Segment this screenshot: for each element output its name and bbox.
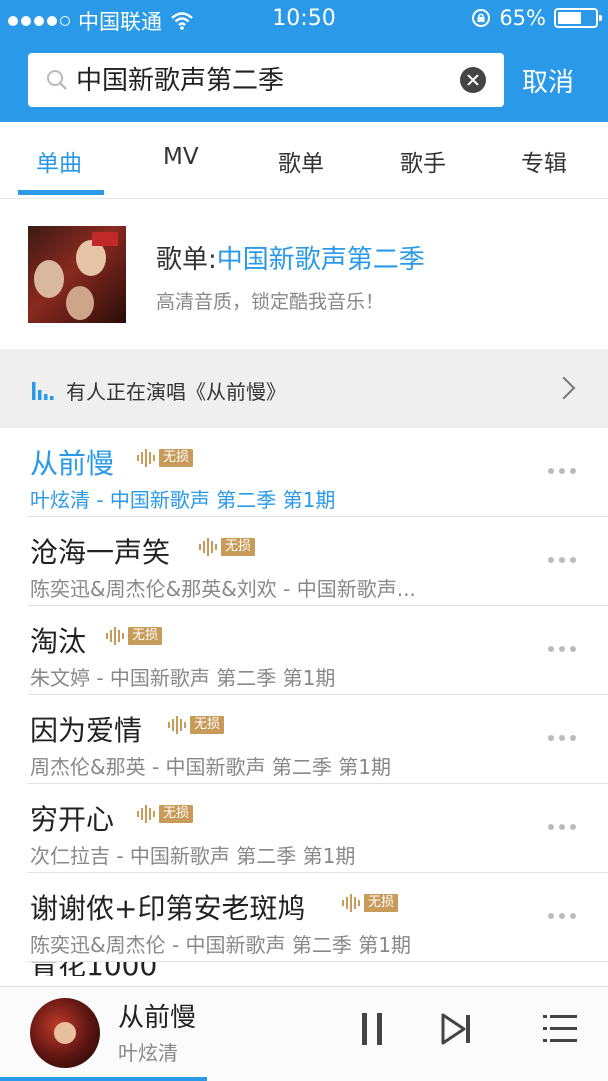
song-subtitle: 叶炫清 - 中国新歌声 第二季 第1期 — [30, 488, 336, 512]
now-playing-title: 从前慢 — [118, 1003, 197, 1033]
song-row[interactable]: 谢谢侬+印第安老斑鸠 无损 陈奕迅&周杰伦 - 中国新歌声 第二季 第1期 — [0, 873, 608, 962]
search-input[interactable] — [76, 63, 446, 93]
song-row[interactable]: 因为爱情 无损 周杰伦&那英 - 中国新歌声 第二季 第1期 — [0, 695, 608, 784]
playlist-cover-image — [28, 226, 126, 323]
tab-songs[interactable]: 单曲 — [36, 144, 82, 178]
song-subtitle: 周杰伦&那英 - 中国新歌声 第二季 第1期 — [30, 755, 391, 779]
more-options-icon[interactable] — [548, 646, 576, 652]
lossless-label: 无损 — [128, 627, 163, 645]
lossless-label: 无损 — [159, 805, 194, 823]
song-subtitle: 陈奕迅&周杰伦 - 中国新歌声 第二季 第1期 — [30, 933, 411, 957]
now-singing-banner[interactable]: 有人正在演唱《从前慢》 — [0, 349, 608, 428]
song-row[interactable]: 从前慢 无损 叶炫清 - 中国新歌声 第二季 第1期 — [0, 428, 608, 517]
song-row[interactable]: 穷开心 无损 次仁拉吉 - 中国新歌声 第二季 第1期 — [0, 784, 608, 873]
lossless-label: 无损 — [221, 538, 256, 556]
playlist-subtitle: 高清音质，锁定酷我音乐！ — [156, 291, 385, 313]
song-title: 从前慢 — [30, 447, 115, 480]
song-title: 穷开心 — [30, 803, 115, 836]
battery-percent: 65% — [499, 6, 546, 30]
song-subtitle: 次仁拉吉 - 中国新歌声 第二季 第1期 — [30, 844, 356, 868]
clear-icon[interactable] — [460, 67, 486, 93]
cancel-button[interactable]: 取消 — [522, 62, 574, 99]
next-track-icon[interactable] — [440, 1013, 472, 1045]
rotation-lock-icon — [472, 9, 491, 27]
chevron-right-icon — [552, 376, 576, 400]
lossless-badge: 无损 — [168, 715, 225, 735]
song-title: 淘汰 — [30, 625, 87, 658]
header: 中国联通 10:50 65% 取消 — [0, 0, 608, 122]
lossless-badge: 无损 — [199, 537, 256, 557]
more-options-icon[interactable] — [548, 824, 576, 830]
song-row[interactable]: 淘汰 无损 朱文婷 - 中国新歌声 第二季 第1期 — [0, 606, 608, 695]
tab-mv[interactable]: MV — [163, 144, 199, 170]
pause-icon[interactable] — [360, 1013, 384, 1045]
mini-player[interactable]: 从前慢 叶炫清 — [0, 986, 608, 1081]
lossless-badge: 无损 — [137, 804, 194, 824]
search-icon — [47, 70, 67, 90]
playback-progress-bar[interactable] — [0, 1077, 207, 1081]
playlist-title: 歌单:中国新歌声第二季 — [156, 239, 425, 276]
song-list: 从前慢 无损 叶炫清 - 中国新歌声 第二季 第1期 沧海一声笑 无损 陈奕迅&… — [0, 428, 608, 962]
active-tab-indicator — [18, 190, 104, 195]
tab-albums[interactable]: 专辑 — [521, 144, 567, 178]
tab-bar: 单曲 MV 歌单 歌手 专辑 — [0, 122, 608, 199]
partial-song-title: 青花1000 — [30, 962, 200, 976]
song-row[interactable]: 沧海一声笑 无损 陈奕迅&周杰伦&那英&刘欢 - 中国新歌声... — [0, 517, 608, 606]
lossless-badge: 无损 — [106, 626, 163, 646]
playlist-name: 中国新歌声第二季 — [216, 245, 425, 275]
waveform-icon — [342, 894, 360, 912]
waveform-icon — [168, 716, 186, 734]
more-options-icon[interactable] — [548, 557, 576, 563]
song-subtitle: 陈奕迅&周杰伦&那英&刘欢 - 中国新歌声... — [30, 577, 416, 601]
playlist-result[interactable]: 歌单:中国新歌声第二季 高清音质，锁定酷我音乐！ — [0, 199, 608, 349]
status-bar: 中国联通 10:50 65% — [0, 0, 608, 40]
waveform-icon — [137, 805, 155, 823]
search-box[interactable] — [28, 53, 504, 107]
more-options-icon[interactable] — [548, 735, 576, 741]
more-options-icon[interactable] — [548, 913, 576, 919]
waveform-icon — [137, 449, 155, 467]
battery-icon — [554, 8, 602, 28]
lossless-badge: 无损 — [137, 448, 194, 468]
tab-playlists[interactable]: 歌单 — [278, 144, 324, 178]
lossless-label: 无损 — [364, 894, 399, 912]
waveform-icon — [106, 627, 124, 645]
lossless-label: 无损 — [190, 716, 225, 734]
more-options-icon[interactable] — [548, 468, 576, 474]
equalizer-icon — [32, 382, 54, 400]
song-title: 沧海一声笑 — [30, 536, 171, 569]
playlist-queue-icon[interactable] — [543, 1013, 577, 1045]
partial-song-row[interactable]: 青花1000 — [30, 962, 200, 976]
tab-artists[interactable]: 歌手 — [400, 144, 446, 178]
now-singing-text: 有人正在演唱《从前慢》 — [66, 380, 286, 404]
now-playing-artist: 叶炫清 — [118, 1041, 178, 1065]
now-playing-cover[interactable] — [30, 998, 100, 1068]
lossless-label: 无损 — [159, 449, 194, 467]
song-title: 谢谢侬+印第安老斑鸠 — [30, 892, 306, 925]
song-subtitle: 朱文婷 - 中国新歌声 第二季 第1期 — [30, 666, 336, 690]
song-title: 因为爱情 — [30, 714, 143, 747]
lossless-badge: 无损 — [342, 893, 399, 913]
waveform-icon — [199, 538, 217, 556]
playlist-prefix: 歌单: — [156, 245, 217, 275]
